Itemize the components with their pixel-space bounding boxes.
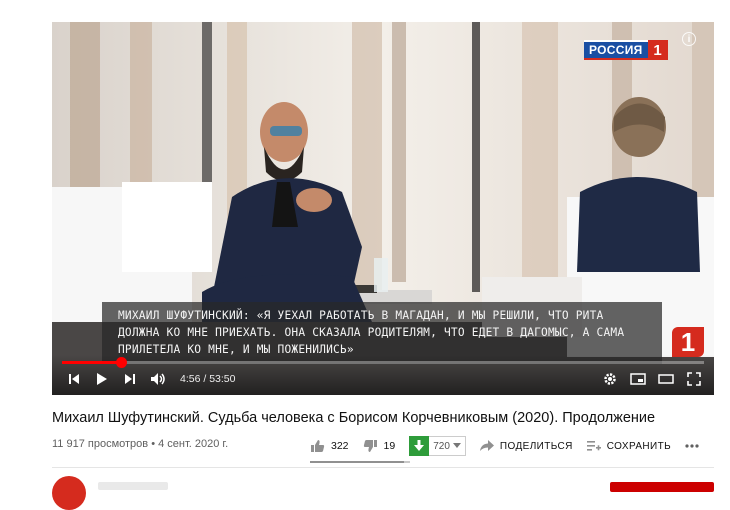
resolution-value: 720 xyxy=(433,440,450,452)
play-icon[interactable] xyxy=(88,367,116,391)
like-count: 322 xyxy=(331,440,349,452)
fullscreen-icon[interactable] xyxy=(680,367,708,391)
video-meta: 11 917 просмотров • 4 сент. 2020 г. xyxy=(52,438,229,450)
player-controls: 4:56 / 53:50 xyxy=(52,355,714,395)
video-player[interactable]: РОССИЯ 1 i МИХАИЛ ШУФУТИНСКИЙ: «Я УЕХАЛ … xyxy=(52,22,714,395)
share-icon xyxy=(479,440,494,451)
playlist-add-icon xyxy=(586,441,601,451)
settings-icon[interactable] xyxy=(596,367,624,391)
progress-bar[interactable] xyxy=(62,357,704,368)
share-button[interactable]: ПОДЕЛИТЬСЯ xyxy=(479,440,573,452)
info-icon[interactable]: i xyxy=(682,32,696,46)
sentiment-bar-likes xyxy=(310,461,405,463)
resolution-select[interactable]: 720 xyxy=(429,436,466,456)
dislike-count: 19 xyxy=(383,440,396,452)
download-widget[interactable]: 720 xyxy=(409,436,466,456)
more-button[interactable] xyxy=(685,444,699,448)
theater-icon[interactable] xyxy=(652,367,680,391)
dislike-button[interactable]: 19 xyxy=(363,439,396,453)
download-button[interactable] xyxy=(409,436,430,456)
next-icon[interactable] xyxy=(116,367,144,391)
channel-logo-number: 1 xyxy=(647,40,668,60)
volume-icon[interactable] xyxy=(144,367,172,391)
miniplayer-icon[interactable] xyxy=(624,367,652,391)
save-label: СОХРАНИТЬ xyxy=(606,440,672,452)
channel-logo-text: РОССИЯ xyxy=(584,40,648,60)
prev-icon[interactable] xyxy=(60,367,88,391)
download-arrow-icon xyxy=(414,440,425,451)
subscribe-button[interactable] xyxy=(610,482,714,492)
thumbs-down-icon xyxy=(363,440,377,452)
section-divider xyxy=(52,467,714,468)
channel-avatar[interactable] xyxy=(52,476,86,510)
time-display: 4:56 / 53:50 xyxy=(180,373,236,385)
like-button[interactable]: 322 xyxy=(310,439,349,453)
more-icon xyxy=(685,444,699,448)
channel-name-placeholder[interactable] xyxy=(98,482,168,490)
corner-channel-badge: 1 xyxy=(672,327,704,357)
thumbs-up-icon xyxy=(311,440,325,452)
channel-watermark: РОССИЯ 1 xyxy=(584,40,668,60)
save-button[interactable]: СОХРАНИТЬ xyxy=(586,440,672,452)
action-bar: 322 19 720 ПОДЕЛИТЬСЯ СОХРАНИТЬ xyxy=(310,434,713,458)
progress-played xyxy=(62,361,122,364)
sentiment-bar xyxy=(310,461,410,463)
chevron-down-icon xyxy=(452,443,461,448)
video-title: Михаил Шуфутинский. Судьба человека с Бо… xyxy=(52,410,656,426)
share-label: ПОДЕЛИТЬСЯ xyxy=(499,440,573,452)
